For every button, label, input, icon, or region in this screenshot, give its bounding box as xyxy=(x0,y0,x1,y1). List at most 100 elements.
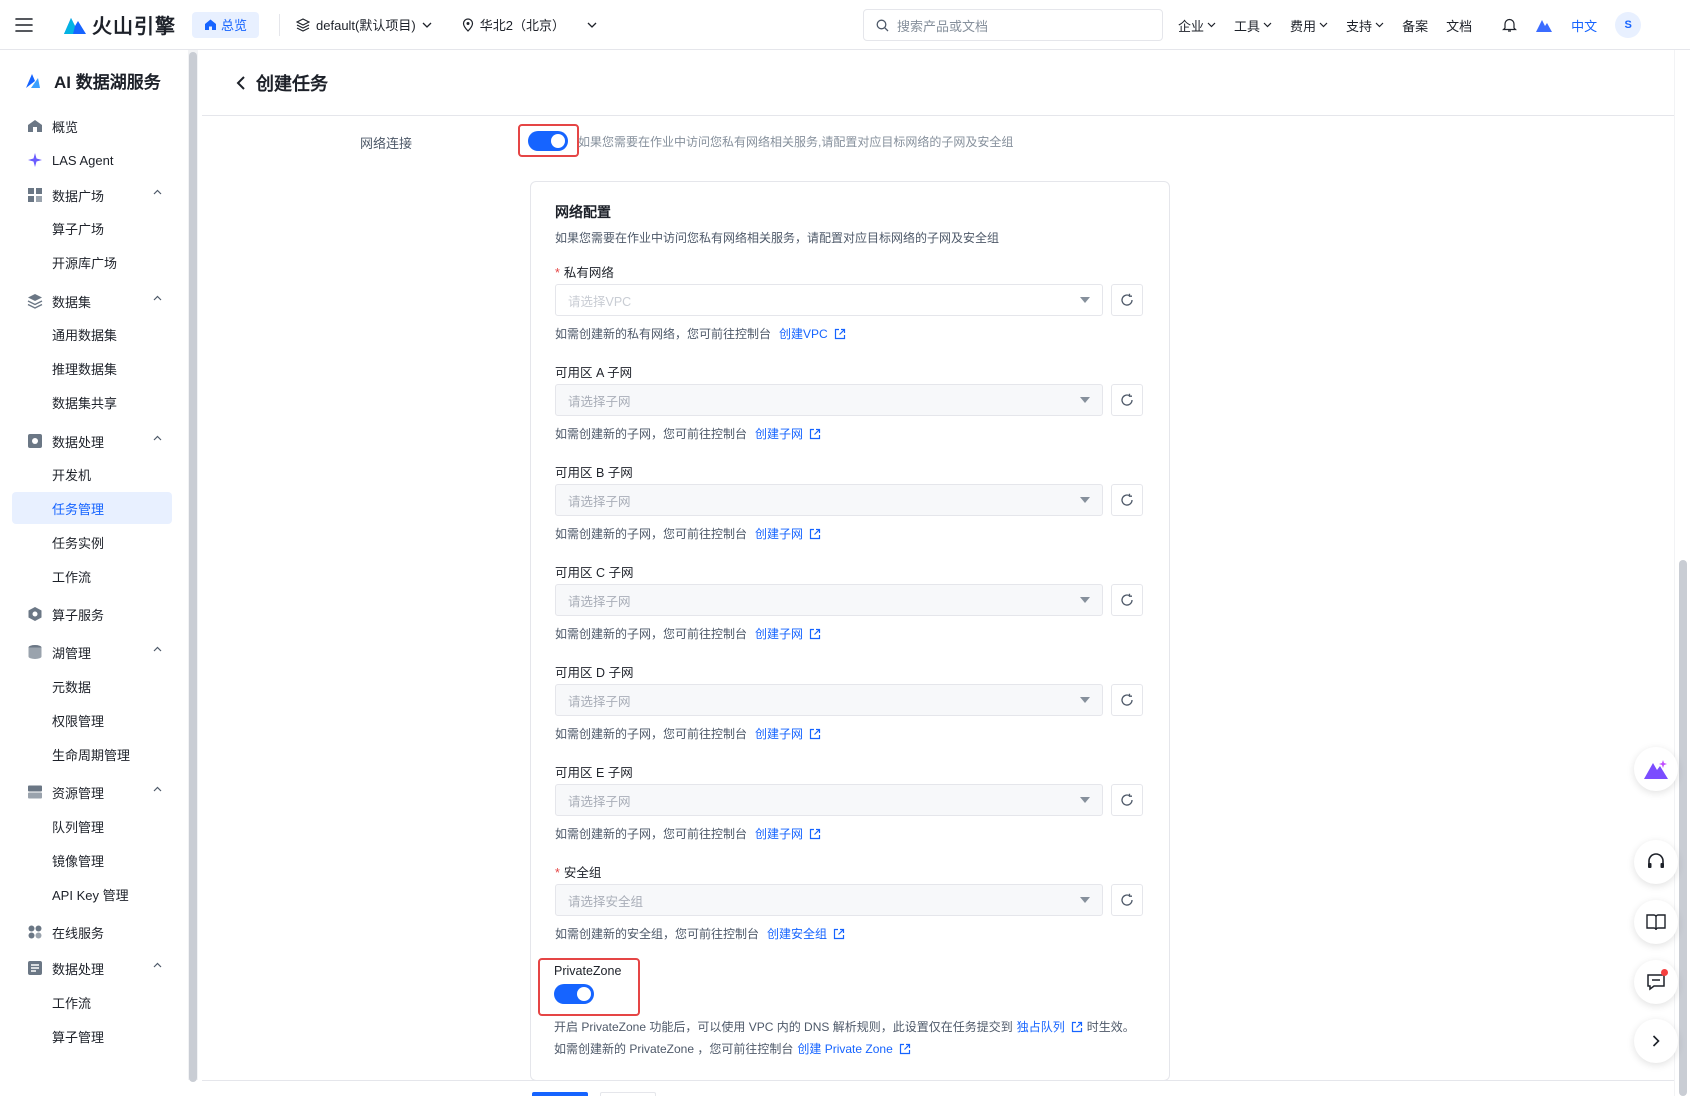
menu-enterprise[interactable]: 企业 xyxy=(1178,16,1216,35)
subnet-d-refresh-button[interactable] xyxy=(1111,684,1143,716)
search-icon xyxy=(876,19,889,31)
sidebar-item-label: 开源库广场 xyxy=(52,255,118,271)
sidebar-item-task-management[interactable]: 任务管理 xyxy=(12,492,172,524)
customer-service-button[interactable] xyxy=(1634,840,1678,884)
help-text: 如需创建新的私有网络，您可前往控制台 xyxy=(555,327,772,341)
subnet-a-select[interactable]: 请选择子网 xyxy=(555,384,1103,416)
subnet-b-select[interactable]: 请选择子网 xyxy=(555,484,1103,516)
security-group-placeholder: 请选择安全组 xyxy=(568,894,644,909)
subnet-d-select[interactable]: 请选择子网 xyxy=(555,684,1103,716)
chevron-down-icon xyxy=(587,22,597,28)
required-mark: * xyxy=(555,266,560,280)
subnet-d-help: 如需创建新的子网，您可前往控制台 创建子网 xyxy=(555,725,821,742)
sidebar-item-api-key[interactable]: API Key 管理 xyxy=(12,878,172,910)
brand-logo[interactable]: 火山引擎 xyxy=(64,10,176,39)
create-subnet-c-link[interactable]: 创建子网 xyxy=(755,625,821,642)
home-tab[interactable]: 总览 xyxy=(192,11,260,38)
link-docs[interactable]: 文档 xyxy=(1446,16,1472,35)
sidebar-item-overview[interactable]: 概览 xyxy=(12,110,172,142)
menu-icon[interactable] xyxy=(0,0,48,50)
sidebar-item-label: 数据集共享 xyxy=(52,395,118,411)
submit-button[interactable] xyxy=(532,1092,588,1096)
sidebar-item-operator-management[interactable]: 算子管理 xyxy=(12,1020,172,1052)
sidebar-item-operator-square[interactable]: 算子广场 xyxy=(12,212,172,244)
sidebar-scrollbar-thumb[interactable] xyxy=(189,52,197,1082)
sidebar-item-image[interactable]: 镜像管理 xyxy=(12,844,172,876)
search-input[interactable]: 搜索产品或文档 xyxy=(863,9,1163,41)
create-subnet-d-link[interactable]: 创建子网 xyxy=(755,725,821,742)
sidebar-item-workflow[interactable]: 工作流 xyxy=(12,560,172,592)
create-subnet-e-link[interactable]: 创建子网 xyxy=(755,825,821,842)
sidebar-item-queue[interactable]: 队列管理 xyxy=(12,810,172,842)
subnet-a-refresh-button[interactable] xyxy=(1111,384,1143,416)
sidebar-group-data-processing-2[interactable]: 数据处理 xyxy=(12,952,172,984)
create-subnet-b-link[interactable]: 创建子网 xyxy=(755,525,821,542)
dedicated-queue-link[interactable]: 独占队列 xyxy=(1017,1018,1083,1035)
subnet-e-select[interactable]: 请选择子网 xyxy=(555,784,1103,816)
sidebar-item-metadata[interactable]: 元数据 xyxy=(12,670,172,702)
sidebar-item-workflow-2[interactable]: 工作流 xyxy=(12,986,172,1018)
feedback-button[interactable] xyxy=(1634,960,1678,1004)
vpc-refresh-button[interactable] xyxy=(1111,284,1143,316)
create-security-group-link[interactable]: 创建安全组 xyxy=(767,925,845,942)
sidebar-item-online-service[interactable]: 在线服务 xyxy=(12,916,172,948)
page-scrollbar-thumb[interactable] xyxy=(1679,560,1687,1096)
cancel-button[interactable] xyxy=(600,1092,656,1096)
sidebar-item-lifecycle[interactable]: 生命周期管理 xyxy=(12,738,172,770)
external-link-icon xyxy=(899,1043,910,1054)
chevron-up-icon xyxy=(153,295,162,301)
menu-tools[interactable]: 工具 xyxy=(1234,16,1272,35)
language-switch[interactable]: 中文 xyxy=(1571,16,1597,35)
subnet-c-refresh-button[interactable] xyxy=(1111,584,1143,616)
security-group-select[interactable]: 请选择安全组 xyxy=(555,884,1103,916)
subnet-e-refresh-button[interactable] xyxy=(1111,784,1143,816)
menu-label: 费用 xyxy=(1290,18,1317,34)
page-header: 创建任务 xyxy=(202,50,1674,116)
back-icon[interactable] xyxy=(236,75,246,90)
privatezone-toggle[interactable] xyxy=(554,984,594,1004)
sidebar-item-label: 生命周期管理 xyxy=(52,747,131,763)
menu-billing[interactable]: 费用 xyxy=(1290,16,1328,35)
page-scrollbar[interactable] xyxy=(1674,50,1690,1096)
sidebar-item-task-instance[interactable]: 任务实例 xyxy=(12,526,172,558)
create-vpc-link[interactable]: 创建VPC xyxy=(779,325,846,342)
subnet-b-refresh-button[interactable] xyxy=(1111,484,1143,516)
help-text: 如需创建新的子网，您可前往控制台 xyxy=(555,727,748,741)
sidebar-group-resource-management[interactable]: 资源管理 xyxy=(12,776,172,808)
ai-assistant-button[interactable] xyxy=(1634,747,1678,791)
create-subnet-a-link[interactable]: 创建子网 xyxy=(755,425,821,442)
home-tab-label: 总览 xyxy=(221,18,248,33)
external-link-icon xyxy=(809,628,821,639)
link-filing[interactable]: 备案 xyxy=(1402,16,1428,35)
sidebar-item-opensource-square[interactable]: 开源库广场 xyxy=(12,246,172,278)
network-connection-toggle[interactable] xyxy=(528,131,568,151)
sidebar-item-las-agent[interactable]: LAS Agent xyxy=(12,144,172,176)
server-icon xyxy=(26,783,44,801)
sidebar-item-dataset-share[interactable]: 数据集共享 xyxy=(12,386,172,418)
ai-assistant[interactable] xyxy=(1535,17,1553,33)
expand-button[interactable] xyxy=(1634,1019,1678,1063)
menu-support[interactable]: 支持 xyxy=(1346,16,1384,35)
sidebar-item-general-dataset[interactable]: 通用数据集 xyxy=(12,318,172,350)
sidebar-item-inference-dataset[interactable]: 推理数据集 xyxy=(12,352,172,384)
sidebar-item-dev-machine[interactable]: 开发机 xyxy=(12,458,172,490)
refresh-icon xyxy=(1121,393,1133,406)
external-link-icon xyxy=(809,728,821,739)
sidebar-scrollbar[interactable] xyxy=(188,50,198,1082)
sidebar-group-data-square[interactable]: 数据广场 xyxy=(12,179,172,211)
create-private-zone-link[interactable]: 创建 Private Zone xyxy=(797,1040,910,1057)
sidebar-item-operator-service[interactable]: 算子服务 xyxy=(12,598,172,630)
sidebar-item-permission[interactable]: 权限管理 xyxy=(12,704,172,736)
docs-button[interactable] xyxy=(1634,900,1678,944)
avatar[interactable]: S xyxy=(1615,12,1642,38)
security-group-refresh-button[interactable] xyxy=(1111,884,1143,916)
vpc-select[interactable]: 请选择VPC xyxy=(555,284,1103,316)
sidebar-group-data-processing[interactable]: 数据处理 xyxy=(12,425,172,457)
sidebar-title-text: AI 数据湖服务 xyxy=(54,73,161,92)
sidebar-group-dataset[interactable]: 数据集 xyxy=(12,285,172,317)
notification-bell[interactable] xyxy=(1502,17,1518,33)
sidebar-group-lake-management[interactable]: 湖管理 xyxy=(12,636,172,668)
subnet-c-select[interactable]: 请选择子网 xyxy=(555,584,1103,616)
region-selector[interactable]: 华北2（北京） xyxy=(462,15,597,34)
project-selector[interactable]: default(默认项目) xyxy=(296,15,432,34)
